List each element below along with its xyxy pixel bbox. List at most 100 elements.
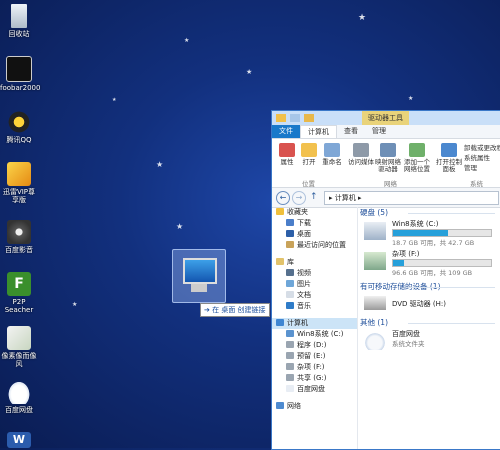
- network-location-icon: [409, 143, 425, 157]
- desktop-icon-xunlei[interactable]: 迅雷VIP尊享版: [0, 162, 38, 204]
- drive-icon: [364, 252, 386, 270]
- item-sub: 系统文件夹: [392, 340, 425, 348]
- explorer-window[interactable]: 驱动器工具 文件 计算机 查看 管理 属性 打开 重命名 访问媒体 映射网络驱动…: [271, 110, 500, 450]
- title-bar[interactable]: 驱动器工具: [272, 111, 500, 125]
- nav-documents[interactable]: 文档: [272, 290, 357, 301]
- desktop-icon-recycle-bin[interactable]: 回收站: [0, 4, 38, 38]
- recent-icon: [286, 241, 294, 248]
- rename-icon: [324, 143, 340, 157]
- media-icon: [353, 143, 369, 157]
- nav-computer[interactable]: 计算机: [272, 318, 357, 329]
- music-icon: [286, 302, 294, 309]
- content-pane: 硬盘 (5) Win8系统 (C:) 18.7 GB 可用，共 42.7 GB …: [360, 207, 500, 449]
- desktop-icon-qq[interactable]: 腾讯QQ: [0, 110, 38, 144]
- uninstall-program-link[interactable]: 卸载或更改程序: [464, 143, 500, 153]
- nav-network[interactable]: 网络: [272, 401, 357, 412]
- dvd-drive[interactable]: DVD 驱动器 (H:): [360, 293, 500, 315]
- section-hard-disks[interactable]: 硬盘 (5): [360, 207, 500, 219]
- nav-downloads[interactable]: 下载: [272, 218, 357, 229]
- nav-pictures[interactable]: 图片: [272, 279, 357, 290]
- tab-manage[interactable]: 管理: [365, 125, 393, 138]
- usage-bar: [392, 229, 492, 237]
- desktop-icon: [286, 230, 294, 237]
- monitor-stand: [191, 284, 207, 292]
- back-button[interactable]: ←: [276, 191, 290, 205]
- drag-tooltip: ➔ 在 桌面 创建链接: [200, 303, 270, 317]
- folder-icon: [301, 143, 317, 157]
- network-icon: [276, 402, 284, 409]
- nav-favorites[interactable]: 收藏夹: [272, 207, 357, 218]
- quick-access-icons[interactable]: [276, 114, 326, 122]
- address-bar-area: ← → ↑ ▸ 计算机 ▸: [272, 188, 500, 208]
- desktop-icon-label: 百度网盘: [5, 406, 33, 414]
- map-network-drive-button[interactable]: 映射网络驱动器: [374, 143, 402, 173]
- section-removable[interactable]: 有可移动存储的设备 (1): [360, 281, 500, 293]
- desktop-icon-label: 百度影音: [5, 246, 33, 254]
- tab-file[interactable]: 文件: [272, 125, 300, 138]
- tab-computer[interactable]: 计算机: [300, 125, 337, 138]
- baidu-netdisk-item[interactable]: 百度网盘 系统文件夹: [360, 329, 500, 359]
- rename-button[interactable]: 重命名: [320, 143, 344, 166]
- desktop-icon-baidu-player[interactable]: 百度影音: [0, 220, 38, 254]
- section-other[interactable]: 其他 (1): [360, 317, 500, 329]
- access-media-button[interactable]: 访问媒体: [348, 143, 374, 166]
- up-button[interactable]: ↑: [310, 192, 318, 202]
- nav-drive-e[interactable]: 预留 (E:): [272, 351, 357, 362]
- properties-icon: [279, 143, 295, 157]
- desktop-icon-baidu-netdisk[interactable]: 百度网盘: [0, 380, 38, 414]
- cloud-icon: [364, 332, 386, 350]
- nav-videos[interactable]: 视频: [272, 268, 357, 279]
- library-icon: [276, 258, 284, 265]
- desktop-icon-label: 腾讯QQ: [6, 136, 32, 144]
- drive-name: 杂项 (F:): [392, 250, 420, 258]
- manage-link[interactable]: 管理: [464, 163, 500, 173]
- forward-button[interactable]: →: [292, 191, 306, 205]
- drive-c[interactable]: Win8系统 (C:) 18.7 GB 可用，共 42.7 GB: [360, 219, 500, 249]
- ribbon-tabs: 文件 计算机 查看 管理: [272, 125, 500, 139]
- properties-button[interactable]: 属性: [276, 143, 298, 166]
- network-drive-icon: [380, 143, 396, 157]
- nav-libraries[interactable]: 库: [272, 257, 357, 268]
- tab-view[interactable]: 查看: [337, 125, 365, 138]
- desktop-icon-pixel-app[interactable]: 像素像而像风: [0, 326, 38, 368]
- drive-f[interactable]: 杂项 (F:) 96.6 GB 可用，共 109 GB: [360, 249, 500, 279]
- usage-bar-fill: [393, 260, 404, 266]
- usage-bar: [392, 259, 492, 267]
- drive-size: 96.6 GB 可用，共 109 GB: [392, 269, 473, 277]
- dragged-computer-icon[interactable]: [172, 249, 226, 303]
- windows-drive-icon: [364, 222, 386, 240]
- nav-baidu-netdisk[interactable]: 百度网盘: [272, 384, 357, 395]
- system-properties-link[interactable]: 系统属性: [464, 153, 500, 163]
- video-icon: [286, 269, 294, 276]
- desktop-icon-foobar2000[interactable]: foobar2000: [0, 56, 40, 92]
- desktop-icon-word[interactable]: W: [0, 432, 38, 450]
- nav-desktop[interactable]: 桌面: [272, 229, 357, 240]
- group-label-location: 位置: [302, 180, 315, 188]
- drive-icon: [286, 341, 294, 348]
- add-network-location-button[interactable]: 添加一个网络位置: [402, 143, 432, 173]
- computer-icon: [276, 319, 284, 326]
- star-icon: [276, 208, 284, 215]
- group-label-system: 系统: [470, 180, 483, 188]
- navigation-pane: 收藏夹 下载 桌面 最近访问的位置 库 视频 图片 文档 音乐 计算机 Win8…: [272, 207, 358, 449]
- nav-drive-d[interactable]: 程序 (D:): [272, 340, 357, 351]
- download-icon: [286, 219, 294, 226]
- nav-recent[interactable]: 最近访问的位置: [272, 240, 357, 251]
- open-control-panel-button[interactable]: 打开控制面板: [436, 143, 462, 173]
- nav-music[interactable]: 音乐: [272, 301, 357, 312]
- usage-bar-fill: [393, 230, 448, 236]
- drive-name: DVD 驱动器 (H:): [392, 300, 446, 308]
- address-box[interactable]: ▸ 计算机 ▸: [324, 191, 499, 205]
- context-tab-drive-tools[interactable]: 驱动器工具: [362, 111, 409, 125]
- desktop-icon-label: 迅雷VIP尊享版: [2, 188, 36, 204]
- nav-drive-c[interactable]: Win8系统 (C:): [272, 329, 357, 340]
- document-icon: [286, 291, 294, 298]
- desktop-icon-label: 像素像而像风: [1, 352, 37, 368]
- nav-drive-f[interactable]: 杂项 (F:): [272, 362, 357, 373]
- desktop-icon-p2p-seacher[interactable]: F P2P Seacher: [0, 272, 38, 314]
- drive-size: 18.7 GB 可用，共 42.7 GB: [392, 239, 475, 247]
- control-panel-icon: [441, 143, 457, 157]
- drive-icon: [286, 330, 294, 337]
- nav-drive-g[interactable]: 共享 (G:): [272, 373, 357, 384]
- open-button[interactable]: 打开: [298, 143, 320, 166]
